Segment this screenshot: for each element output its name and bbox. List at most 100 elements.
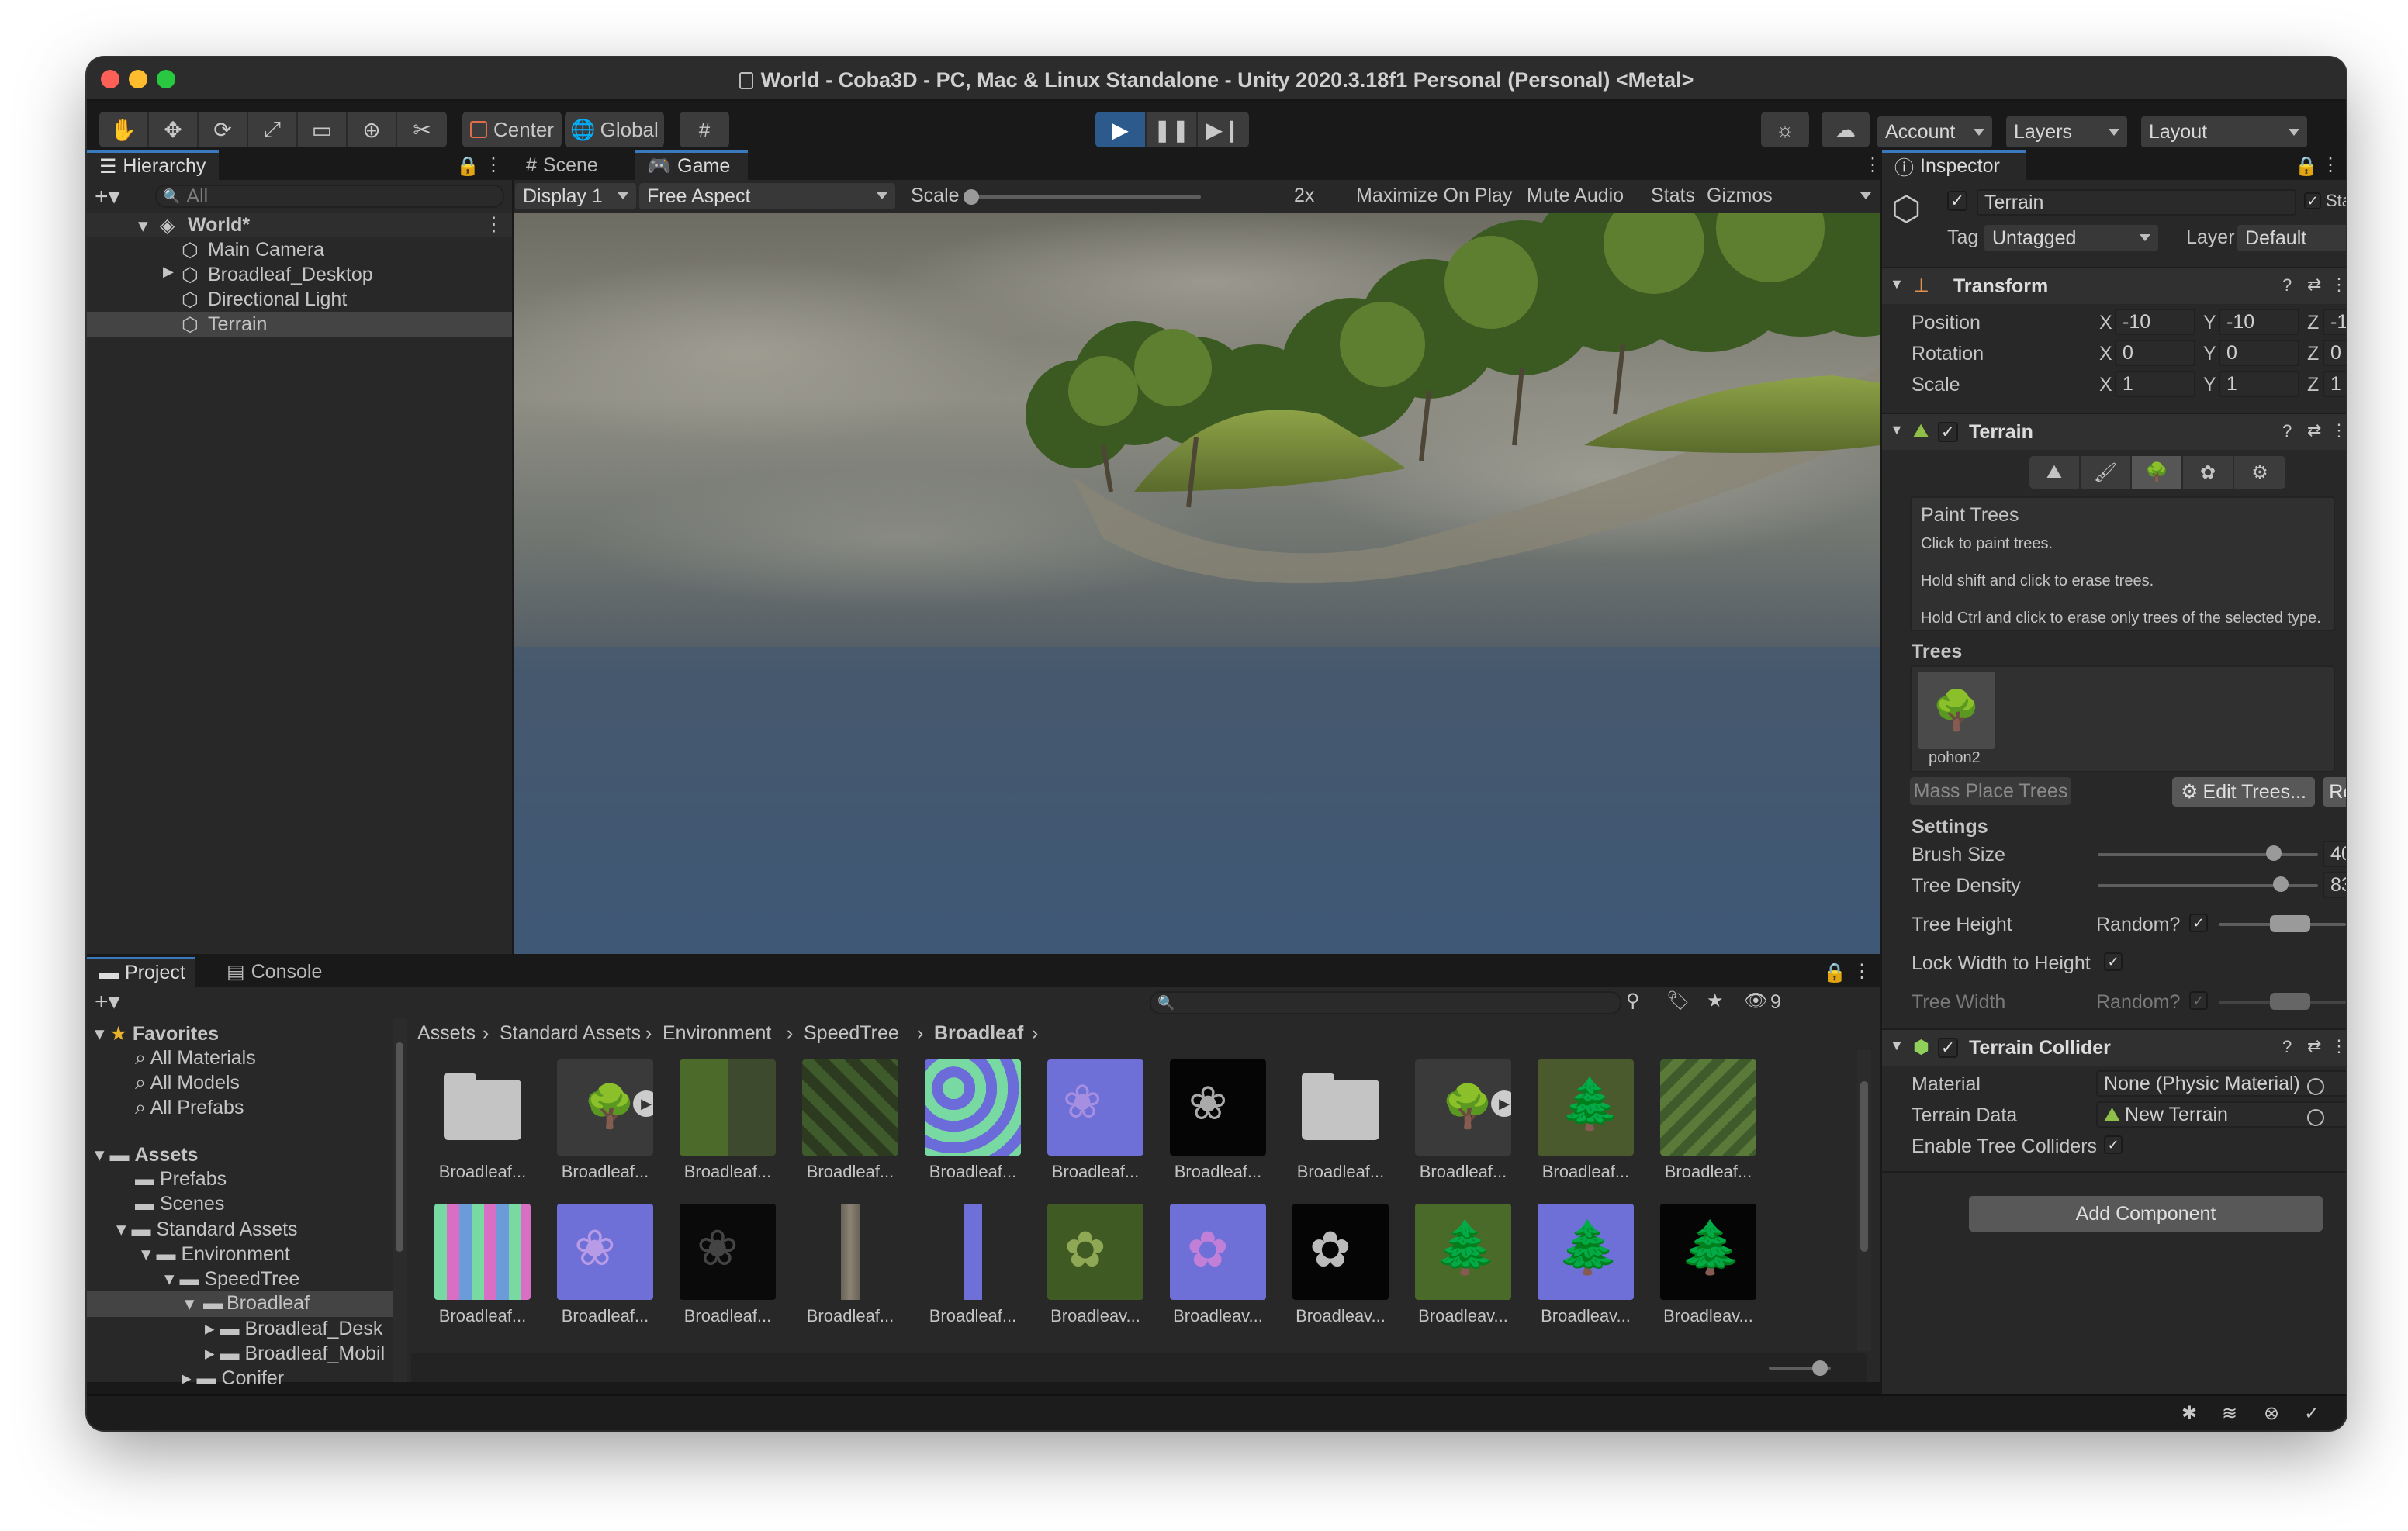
tree-density-input[interactable]: 83 [2323,872,2346,898]
folder-prefabs[interactable]: ▬ Prefabs [135,1168,227,1191]
asset-texture-thumb[interactable] [802,1059,898,1156]
rect-tool-icon[interactable]: ▭ [298,112,348,147]
folder-tree-scrollbar[interactable] [393,1019,407,1382]
asset-mask-thumb[interactable]: ❀ [1170,1059,1266,1156]
tab-console[interactable]: ▤ Console [214,957,330,987]
expand-prefab-icon[interactable]: ▶ [633,1090,653,1117]
breadcrumb-item[interactable]: Broadleaf [934,1022,1023,1045]
asset-bark-normal-thumb[interactable] [925,1204,1021,1300]
pivot-rotation-button[interactable]: 🌐 Global [565,112,664,147]
label-tag-icon[interactable]: 🏷 [1666,990,1690,1012]
add-object-button[interactable]: +▾ [95,183,120,210]
asset-material-thumb[interactable]: 🌲 [1415,1204,1511,1300]
tab-game[interactable]: 🎮 Game [635,150,748,180]
transform-tool-icon[interactable]: ⊕ [348,112,397,147]
tree-thumbnail[interactable]: 🌳 [1918,672,1995,749]
pause-button[interactable]: ❚❚ [1147,112,1198,147]
kebab-menu-icon[interactable]: ⋮ [484,154,503,176]
display-dropdown[interactable]: Display 1 [515,183,636,209]
object-picker-icon[interactable] [2307,1109,2324,1126]
collider-enabled-checkbox[interactable]: ✓ [1938,1038,1958,1058]
kebab-menu-icon[interactable]: ⋮ [1863,154,1882,176]
asset-prefab-thumb[interactable]: 🌳 ▶ [557,1059,653,1156]
tree-height-range-handle[interactable] [2270,915,2310,932]
maximize-on-play-toggle[interactable]: Maximize On Play [1356,185,1512,207]
help-icon[interactable]: ? [2282,1037,2292,1057]
preset-icon[interactable]: ⇄ [2307,420,2321,441]
asset-folder-thumb[interactable] [1292,1059,1389,1156]
hierarchy-item-terrain[interactable]: ⬡ Terrain [87,312,512,337]
asset-normal-map-thumb[interactable]: ❀ [557,1204,653,1300]
hand-tool-icon[interactable]: ✋ [99,112,149,147]
hidden-packages-icon[interactable]: 👁 [1744,990,1767,1012]
create-asset-button[interactable]: +▾ [95,988,120,1015]
kebab-menu-icon[interactable]: ⋮ [1853,960,1871,983]
kebab-menu-icon[interactable]: ⋮ [2330,1036,2346,1056]
expand-arrow-icon[interactable]: ▶ [163,264,174,280]
layout-dropdown[interactable]: Layout [2141,116,2307,147]
position-z-input[interactable]: -10 [2323,309,2346,335]
asset-texture-thumb[interactable] [680,1059,776,1156]
hierarchy-item-main-camera[interactable]: ⬡ Main Camera [87,237,512,262]
tree-width-range-handle[interactable] [2270,993,2310,1010]
asset-normal-map-thumb[interactable] [434,1204,531,1300]
stats-toggle[interactable]: Stats [1651,185,1695,207]
scale-tool-icon[interactable]: ⤢ [248,112,298,147]
pivot-mode-button[interactable]: Center [462,112,562,147]
asset-material-thumb[interactable]: 🌲 [1660,1204,1756,1300]
terrain-collider-header[interactable]: ▼ ⬢ ✓ Terrain Collider ? ⇄ ⋮ [1882,1028,2346,1066]
thumbnail-size-slider-knob[interactable] [1812,1360,1828,1376]
asset-normal-map-thumb[interactable]: ❀ [1047,1059,1143,1156]
brush-size-input[interactable]: 40 [2323,841,2346,867]
lock-icon[interactable]: 🔒 [1823,962,1846,984]
scale-slider-knob[interactable] [964,189,979,205]
rotate-tool-icon[interactable]: ⟳ [199,112,248,147]
assets-root[interactable]: ▾ ▬ Assets [95,1143,198,1166]
tab-scene[interactable]: # Scene [514,150,630,180]
hierarchy-search-input[interactable]: 🔍 All [155,185,504,208]
play-button[interactable]: ▶ [1095,112,1147,147]
favorite-star-icon[interactable]: ★ [1707,990,1724,1012]
favorite-all-prefabs[interactable]: ⌕ All Prefabs [135,1097,244,1119]
services-button[interactable]: ☼ [1761,112,1809,147]
lock-width-checkbox[interactable]: ✓ [2104,952,2123,971]
network-icon[interactable]: ⊗ [2264,1402,2279,1425]
breadcrumb-item[interactable]: Assets [417,1022,476,1045]
preset-icon[interactable]: ⇄ [2307,1036,2321,1056]
debug-icon[interactable]: ✱ [2181,1402,2197,1425]
edit-trees-button[interactable]: ⚙ Edit Trees... [2172,777,2315,807]
mass-place-trees-button[interactable]: Mass Place Trees [1910,777,2071,805]
asset-material-thumb[interactable]: ✿ [1047,1204,1143,1300]
move-tool-icon[interactable]: ✥ [149,112,199,147]
asset-mask-thumb[interactable]: ❀ [680,1204,776,1300]
folder-standard-assets[interactable]: ▾ ▬ Standard Assets [116,1218,298,1241]
rotation-z-input[interactable]: 0 [2323,340,2346,366]
terrain-component-header[interactable]: ▼ ⛰ ✓ Terrain ? ⇄ ⋮ [1882,413,2346,450]
folder-environment[interactable]: ▾ ▬ Environment [141,1242,290,1266]
tab-hierarchy[interactable]: ☰ Hierarchy [87,150,219,180]
custom-tool-icon[interactable]: ✂ [397,112,447,147]
object-picker-icon[interactable] [2307,1078,2324,1095]
account-dropdown[interactable]: Account [1877,116,1992,147]
enable-tree-colliders-checkbox[interactable]: ✓ [2104,1135,2123,1154]
foldout-arrow-icon[interactable]: ▼ [1890,1038,1904,1054]
terrain-enabled-checkbox[interactable]: ✓ [1938,422,1958,442]
asset-material-thumb[interactable]: ✿ [1170,1204,1266,1300]
tab-project[interactable]: ▬ Project [87,957,195,987]
progress-icon[interactable]: ≋ [2222,1402,2237,1425]
asset-material-thumb[interactable]: 🌲 [1538,1204,1634,1300]
search-by-type-icon[interactable]: ⚲ [1626,990,1640,1012]
asset-prefab-thumb[interactable]: 🌳 ▶ [1415,1059,1511,1156]
favorites-header[interactable]: ▾ ★ Favorites [95,1022,219,1045]
favorite-all-materials[interactable]: ⌕ All Materials [135,1047,256,1070]
layers-dropdown[interactable]: Layers [2006,116,2127,147]
grid-snap-button[interactable]: # [680,112,729,147]
asset-texture-thumb[interactable] [1660,1059,1756,1156]
aspect-dropdown[interactable]: Free Aspect [639,183,895,209]
paint-trees-icon[interactable]: 🌳 [2132,456,2183,489]
kebab-menu-icon[interactable]: ⋮ [484,213,503,236]
raise-terrain-icon[interactable]: ⛰ [2029,456,2081,489]
folder-conifer[interactable]: ▸ ▬ Conifer [182,1367,284,1390]
gizmos-toggle[interactable]: Gizmos [1707,185,1773,207]
breadcrumb-item[interactable]: SpeedTree [804,1022,899,1045]
